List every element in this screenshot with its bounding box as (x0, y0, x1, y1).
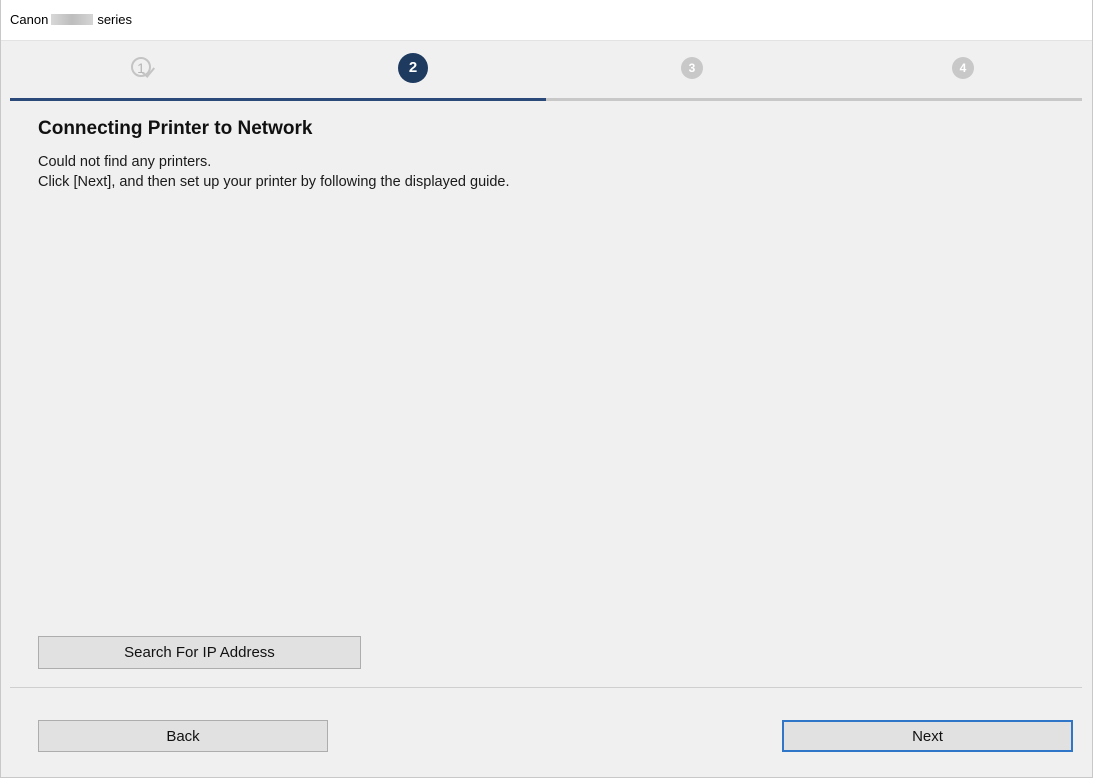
step-4-upcoming: 4 (948, 53, 978, 83)
progress-track (10, 98, 1082, 101)
title-brand: Canon (10, 12, 49, 27)
search-ip-address-button[interactable]: Search For IP Address (38, 636, 361, 669)
title-series: series (97, 12, 132, 27)
message-line-2: Click [Next], and then set up your print… (38, 174, 510, 190)
step-3-number: 3 (681, 57, 703, 79)
step-3-upcoming: 3 (677, 53, 707, 83)
footer-divider (10, 687, 1082, 688)
page-heading: Connecting Printer to Network (38, 118, 313, 139)
title-bar: Canon series (1, 0, 1092, 41)
main-content: Connecting Printer to Network Could not … (38, 118, 1058, 192)
step-2-number: 2 (398, 53, 428, 83)
step-indicator: 1 2 3 4 (10, 41, 1082, 101)
step-4-number: 4 (952, 57, 974, 79)
back-button[interactable]: Back (38, 720, 328, 752)
next-button[interactable]: Next (782, 720, 1073, 752)
progress-fill (10, 98, 546, 101)
redacted-model-name (51, 14, 94, 25)
step-2-current: 2 (398, 53, 428, 83)
window-title: Canon series (10, 12, 132, 27)
step-1-completed: 1 (129, 53, 159, 83)
message-line-1: Could not find any printers. (38, 154, 212, 170)
setup-wizard-window: Canon series 1 2 3 4 Connecting Printer … (0, 0, 1093, 778)
